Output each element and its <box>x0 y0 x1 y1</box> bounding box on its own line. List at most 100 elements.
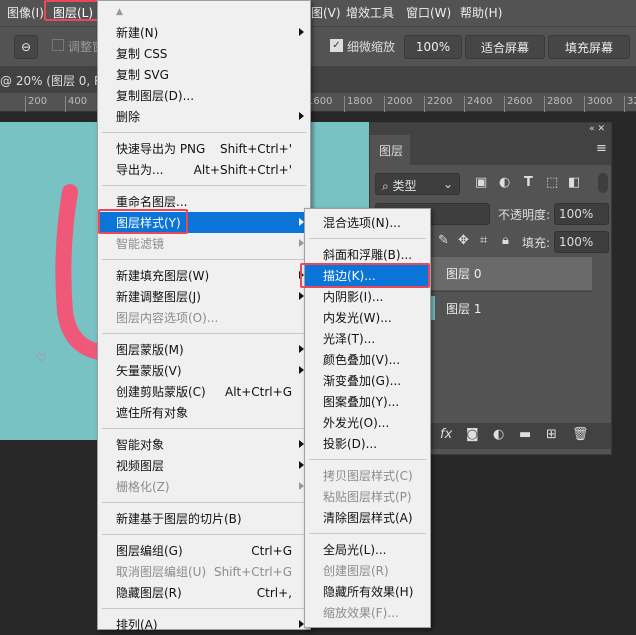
menu-item[interactable]: 光泽(T)... <box>305 328 430 349</box>
menu-item[interactable]: 导出为... Alt+Shift+Ctrl+' <box>98 159 310 180</box>
adjustment-layer-icon[interactable]: ◐ <box>493 427 504 442</box>
menu-item[interactable]: 新建填充图层(W) <box>98 265 310 286</box>
menu-item[interactable]: 新建基于图层的切片(B) <box>98 508 310 529</box>
fine-zoom-label: 细微缩放 <box>347 40 396 54</box>
new-layer-icon[interactable]: ⊞ <box>546 427 557 442</box>
menu-item[interactable]: 隐藏图层(R) Ctrl+, <box>98 582 310 603</box>
adjust-window-checkbox[interactable] <box>52 39 64 51</box>
menu-plugins[interactable]: 增效工具 <box>346 4 394 21</box>
menu-item-shortcut: Ctrl+G <box>251 543 292 558</box>
fine-zoom-checkbox[interactable]: ✓ <box>330 39 343 52</box>
add-mask-icon[interactable]: ◙ <box>466 427 479 442</box>
menu-item-label: 外发光(O)... <box>323 416 390 430</box>
menu-item[interactable]: 清除图层样式(A) <box>305 507 430 528</box>
menu-item[interactable]: 新建(N) <box>98 22 310 43</box>
menu-item[interactable]: 视频图层 <box>98 455 310 476</box>
menu-separator <box>98 328 310 339</box>
menu-item[interactable]: 栅格化(Z) <box>98 476 310 497</box>
menu-item[interactable]: 拷贝图层样式(C) <box>305 465 430 486</box>
menu-item[interactable]: 图案叠加(Y)... <box>305 391 430 412</box>
horizontal-ruler: 200 400 1600 1800 2000 2200 2400 2600 28… <box>0 93 636 112</box>
adjustment-filter-icon[interactable]: ◐ <box>499 175 510 190</box>
menu-item[interactable]: 复制 CSS <box>98 43 310 64</box>
menu-item-label: 内阴影(I)... <box>323 290 384 304</box>
menu-item[interactable]: 图层蒙版(M) <box>98 339 310 360</box>
menu-item[interactable]: 渐变叠加(G)... <box>305 370 430 391</box>
delete-layer-icon[interactable]: 🗑︎ <box>572 427 589 442</box>
opacity-label: 不透明度: <box>498 208 551 222</box>
menu-item-label: 复制 CSS <box>116 47 168 61</box>
menu-image[interactable]: 图像(I) <box>7 4 44 21</box>
menu-item-label: 矢量蒙版(V) <box>116 364 182 378</box>
ruler-tick: 32 <box>624 96 636 112</box>
menu-item[interactable]: 内阴影(I)... <box>305 286 430 307</box>
menu-item[interactable]: 内发光(W)... <box>305 307 430 328</box>
fill-input[interactable]: 100% <box>554 231 609 253</box>
lock-brush-icon[interactable]: ✎ <box>438 233 449 248</box>
menu-separator <box>305 528 430 539</box>
menu-item-label: 快速导出为 PNG <box>116 142 206 156</box>
menu-item[interactable]: 创建剪贴蒙版(C) Alt+Ctrl+G <box>98 381 310 402</box>
layer-name: 图层 0 <box>446 267 482 281</box>
menu-item[interactable]: 外发光(O)... <box>305 412 430 433</box>
group-folder-icon[interactable]: ▬ <box>519 427 531 442</box>
smart-object-filter-icon[interactable]: ◧ <box>568 175 580 190</box>
menu-item[interactable]: 缩放效果(F)... <box>305 602 430 623</box>
menu-item[interactable]: 隐藏所有效果(H) <box>305 581 430 602</box>
menu-item[interactable]: 全局光(L)... <box>305 539 430 560</box>
lock-all-icon[interactable]: 🔒︎ <box>502 233 509 248</box>
menu-item[interactable]: 图层编组(G) Ctrl+G <box>98 540 310 561</box>
layer-name: 图层 1 <box>446 301 482 316</box>
menu-item[interactable]: 粘贴图层样式(P) <box>305 486 430 507</box>
menu-item-shortcut: Alt+Ctrl+G <box>224 384 292 399</box>
opacity-input[interactable]: 100% <box>554 203 609 225</box>
menu-item[interactable]: 遮住所有对象 <box>98 402 310 423</box>
menu-item[interactable]: 投影(D)... <box>305 433 430 454</box>
menu-item[interactable]: 快速导出为 PNG Shift+Ctrl+' <box>98 138 310 159</box>
menu-item-label: 复制图层(D)... <box>116 89 195 103</box>
menu-item-label: 隐藏图层(R) <box>116 586 182 600</box>
menu-separator <box>98 180 310 191</box>
menu-item[interactable]: 矢量蒙版(V) <box>98 360 310 381</box>
panel-collapse-icon[interactable]: « ✕ <box>370 123 611 135</box>
menu-item-label: 图层蒙版(M) <box>116 343 184 357</box>
menu-item-label: 图层编组(G) <box>116 544 183 558</box>
menu-item-label: 智能滤镜 <box>116 237 165 251</box>
menu-item-label: 新建基于图层的切片(B) <box>116 512 242 526</box>
panel-menu-icon[interactable]: ≡ <box>596 141 607 156</box>
menu-help[interactable]: 帮助(H) <box>460 4 502 21</box>
shape-filter-icon[interactable]: ⬚ <box>546 175 558 190</box>
menu-item[interactable]: 取消图层编组(U) Shift+Ctrl+G <box>98 561 310 582</box>
menu-item[interactable]: 复制 SVG <box>98 64 310 85</box>
type-filter-icon[interactable]: T <box>524 175 533 190</box>
lock-move-icon[interactable]: ✥ <box>458 233 469 248</box>
fill-screen-button[interactable]: 填充屏幕 <box>548 35 630 59</box>
menu-item[interactable]: 智能滤镜 <box>98 233 310 254</box>
filter-type-select[interactable]: ⌕ 类型 ⌄ <box>375 173 460 195</box>
menu-window[interactable]: 窗口(W) <box>406 4 451 21</box>
filter-toggle[interactable] <box>598 173 608 193</box>
menu-item[interactable]: 复制图层(D)... <box>98 85 310 106</box>
scroll-up-icon[interactable]: ▲ <box>98 1 310 22</box>
menu-view[interactable]: 图(V) <box>311 4 341 21</box>
lock-artboard-icon[interactable]: ⌗ <box>480 233 487 248</box>
menu-item[interactable]: 创建图层(R) <box>305 560 430 581</box>
document-tab[interactable]: @ 20% (图层 0, RG <box>0 66 636 93</box>
menu-item-label: 创建图层(R) <box>323 564 389 578</box>
zoom-out-icon[interactable]: ⊖ <box>14 35 38 59</box>
menu-item[interactable]: 颜色叠加(V)... <box>305 349 430 370</box>
menu-item[interactable]: 删除 <box>98 106 310 127</box>
menu-item[interactable]: 图层内容选项(O)... <box>98 307 310 328</box>
fx-icon[interactable]: fx <box>440 427 452 442</box>
menu-item[interactable]: 混合选项(N)... <box>305 212 430 233</box>
menu-separator <box>98 127 310 138</box>
tab-layers[interactable]: 图层 <box>370 135 410 165</box>
menu-item-label: 新建(N) <box>116 26 159 40</box>
fit-screen-button[interactable]: 适合屏幕 <box>465 35 545 59</box>
menu-item[interactable]: 斜面和浮雕(B)... <box>305 244 430 265</box>
menu-item[interactable]: 智能对象 <box>98 434 310 455</box>
menu-item[interactable]: 新建调整图层(J) <box>98 286 310 307</box>
menu-separator <box>98 497 310 508</box>
zoom-100-button[interactable]: 100% <box>404 35 462 59</box>
pixel-filter-icon[interactable]: ▣ <box>475 175 487 190</box>
